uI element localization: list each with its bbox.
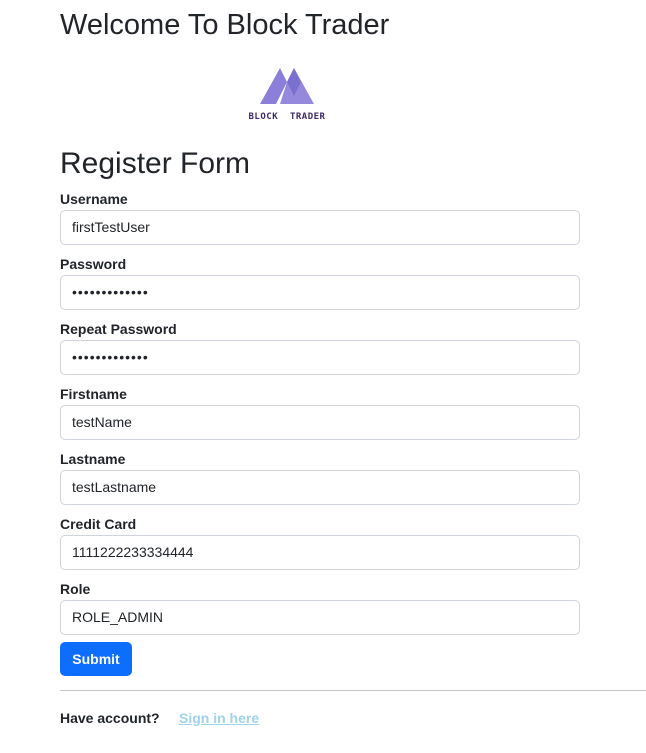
firstname-label: Firstname [60,386,127,402]
password-label: Password [60,256,127,272]
logo-mark-icon [260,68,314,104]
credit-card-field[interactable]: 1111222233334444 [60,535,580,570]
username-group: Username firstTestUser [60,190,580,245]
credit-card-label: Credit Card [60,516,137,532]
role-label: Role [60,581,91,597]
firstname-group: Firstname testName [60,385,580,440]
lastname-label: Lastname [60,451,126,467]
repeat-password-label: Repeat Password [60,321,177,337]
form-title: Register Form [60,147,251,180]
page-title: Welcome To Block Trader [60,9,390,41]
submit-button[interactable]: Submit [60,642,132,676]
password-field[interactable]: ••••••••••••• [60,275,580,310]
username-label: Username [60,191,128,207]
have-account-text: Have account? [60,710,160,726]
firstname-field[interactable]: testName [60,405,580,440]
logo-text: BLOCK TRADER [248,112,326,122]
lastname-group: Lastname testLastname [60,450,580,505]
lastname-field[interactable]: testLastname [60,470,580,505]
credit-card-group: Credit Card 1111222233334444 [60,515,580,570]
repeat-password-field[interactable]: ••••••••••••• [60,340,580,375]
block-trader-logo: BLOCK TRADER [246,64,328,126]
role-field[interactable]: ROLE_ADMIN [60,600,580,635]
register-page: Welcome To Block Trader BLOCK TRADER Reg… [0,0,646,753]
sign-in-link[interactable]: Sign in here [179,709,259,727]
repeat-password-group: Repeat Password ••••••••••••• [60,320,580,375]
role-group: Role ROLE_ADMIN [60,580,580,635]
password-group: Password ••••••••••••• [60,255,580,310]
divider [60,690,646,691]
username-field[interactable]: firstTestUser [60,210,580,245]
